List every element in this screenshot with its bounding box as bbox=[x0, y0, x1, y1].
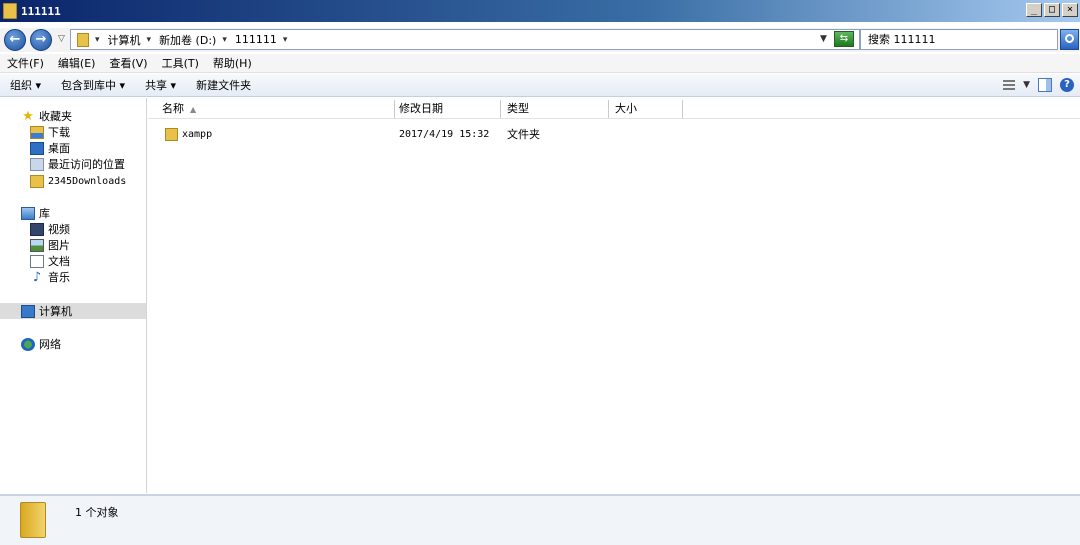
chevron-down-icon[interactable]: ▾ bbox=[95, 35, 100, 45]
desktop-icon bbox=[30, 141, 44, 155]
command-toolbar: 组织 ▾ 包含到库中 ▾ 共享 ▾ 新建文件夹 ▼ ? bbox=[0, 74, 1080, 97]
search-button[interactable] bbox=[1060, 29, 1079, 50]
nav-label: 视频 bbox=[48, 223, 70, 236]
nav-label: 桌面 bbox=[48, 142, 70, 155]
folder-icon bbox=[20, 502, 46, 538]
item-count: 1 个对象 bbox=[75, 506, 119, 519]
back-button[interactable]: ← bbox=[4, 29, 26, 51]
address-dropdown[interactable]: ▼ bbox=[820, 34, 827, 44]
new-folder-button[interactable]: 新建文件夹 bbox=[186, 77, 261, 93]
column-header-type[interactable]: 类型 bbox=[501, 100, 609, 118]
nav-label: 最近访问的位置 bbox=[48, 158, 125, 171]
column-label: 类型 bbox=[507, 102, 529, 115]
window-controls: _ □ × bbox=[1026, 3, 1078, 17]
search-input[interactable]: 搜索 111111 bbox=[860, 29, 1058, 50]
network-icon bbox=[21, 337, 35, 351]
nav-label: 2345Downloads bbox=[48, 175, 127, 187]
column-header-name[interactable]: 名称 ▲ bbox=[148, 100, 395, 118]
column-label: 大小 bbox=[615, 102, 637, 115]
breadcrumb-item[interactable]: 111111 bbox=[235, 33, 277, 46]
video-icon bbox=[30, 222, 44, 236]
help-icon[interactable]: ? bbox=[1060, 78, 1074, 92]
column-label: 名称 bbox=[162, 102, 184, 115]
address-bar: ← → ▽ ▾ 计算机 ▾ 新加卷 (D:) ▾ 111111 ▾ ▼ ⇆ 搜索… bbox=[0, 28, 1080, 52]
nav-favorites[interactable]: ★ 收藏夹 bbox=[21, 108, 167, 124]
nav-label: 音乐 bbox=[48, 271, 70, 284]
refresh-button[interactable]: ⇆ bbox=[834, 31, 854, 47]
view-controls: ▼ ? bbox=[1003, 78, 1074, 92]
file-name: xampp bbox=[182, 129, 213, 140]
folder-icon bbox=[30, 174, 44, 188]
downloads-folder-icon bbox=[30, 125, 44, 139]
share-button[interactable]: 共享 ▾ bbox=[135, 77, 186, 93]
nav-label: 下载 bbox=[48, 126, 70, 139]
nav-label: 文档 bbox=[48, 255, 70, 268]
navigation-pane: ★ 收藏夹 下载 桌面 最近访问的位置 2345Downloads 库 视频 图… bbox=[0, 98, 147, 493]
maximize-button[interactable]: □ bbox=[1044, 3, 1060, 17]
breadcrumb[interactable]: ▾ 计算机 ▾ 新加卷 (D:) ▾ 111111 ▾ bbox=[70, 29, 860, 50]
menu-file[interactable]: 文件(F) bbox=[0, 55, 51, 71]
details-pane: 1 个对象 bbox=[0, 494, 1080, 545]
recent-places-icon bbox=[30, 157, 44, 171]
breadcrumb-item[interactable]: 计算机 bbox=[108, 32, 141, 48]
chevron-down-icon[interactable]: ▾ bbox=[147, 35, 152, 45]
column-label: 修改日期 bbox=[399, 102, 443, 115]
column-header-size[interactable]: 大小 bbox=[609, 100, 683, 118]
nav-label: 计算机 bbox=[39, 305, 72, 318]
nav-label: 收藏夹 bbox=[39, 110, 72, 123]
nav-label: 库 bbox=[39, 207, 50, 220]
chevron-down-icon[interactable]: ▾ bbox=[222, 35, 227, 45]
library-icon bbox=[21, 206, 35, 220]
organize-button[interactable]: 组织 ▾ bbox=[0, 77, 51, 93]
file-type: 文件夹 bbox=[507, 128, 540, 141]
minimize-button[interactable]: _ bbox=[1026, 3, 1042, 17]
file-list: 名称 ▲ 修改日期 类型 大小 xampp 2017/4/19 15:32 文件夹 bbox=[148, 98, 1080, 493]
preview-pane-icon[interactable] bbox=[1038, 78, 1052, 92]
menu-edit[interactable]: 编辑(E) bbox=[51, 55, 103, 71]
breadcrumb-item[interactable]: 新加卷 (D:) bbox=[159, 32, 216, 48]
menu-tools[interactable]: 工具(T) bbox=[155, 55, 206, 71]
window-title: 111111 bbox=[21, 4, 61, 18]
star-icon: ★ bbox=[22, 108, 34, 124]
menu-help[interactable]: 帮助(H) bbox=[206, 55, 259, 71]
music-icon: ♪ bbox=[32, 269, 42, 285]
chevron-down-icon[interactable]: ▼ bbox=[1023, 80, 1030, 90]
document-icon bbox=[30, 254, 44, 268]
menu-view[interactable]: 查看(V) bbox=[102, 55, 154, 71]
change-view-icon[interactable] bbox=[1003, 80, 1016, 90]
nav-label: 网络 bbox=[39, 338, 61, 351]
nav-label: 图片 bbox=[48, 239, 70, 252]
picture-icon bbox=[30, 238, 44, 252]
folder-icon bbox=[3, 3, 17, 19]
sort-ascending-icon: ▲ bbox=[190, 105, 197, 114]
recent-pages-dropdown[interactable]: ▽ bbox=[58, 34, 65, 44]
forward-button[interactable]: → bbox=[30, 29, 52, 51]
column-header-modified[interactable]: 修改日期 bbox=[395, 100, 501, 118]
nav-libraries[interactable]: 库 bbox=[21, 205, 167, 221]
computer-icon bbox=[21, 304, 35, 318]
file-modified: 2017/4/19 15:32 bbox=[399, 129, 490, 140]
menu-bar: 文件(F) 编辑(E) 查看(V) 工具(T) 帮助(H) bbox=[0, 54, 1080, 73]
include-in-library-button[interactable]: 包含到库中 ▾ bbox=[51, 77, 135, 93]
chevron-down-icon[interactable]: ▾ bbox=[283, 35, 288, 45]
nav-computer[interactable]: 计算机 bbox=[0, 303, 146, 319]
search-icon bbox=[1065, 34, 1074, 43]
folder-icon bbox=[77, 32, 89, 47]
table-row[interactable]: xampp 2017/4/19 15:32 文件夹 bbox=[148, 126, 1080, 144]
folder-icon bbox=[165, 128, 178, 141]
title-bar: 111111 _ □ × bbox=[0, 0, 1080, 22]
nav-network[interactable]: 网络 bbox=[21, 336, 167, 352]
close-button[interactable]: × bbox=[1062, 3, 1078, 17]
